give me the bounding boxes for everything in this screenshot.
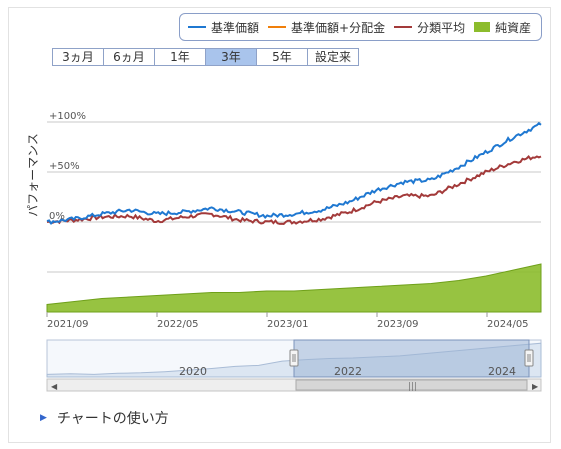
navigator-year-label: 2022 bbox=[334, 365, 362, 378]
y-tick-label: 0% bbox=[49, 211, 65, 222]
net-assets-area bbox=[46, 263, 542, 313]
y-axis-label: パフォーマンス bbox=[26, 133, 40, 217]
x-tick-label: 2022/05 bbox=[157, 319, 199, 330]
y-tick-label: +100% bbox=[49, 111, 86, 122]
x-tick-label: 2021/09 bbox=[47, 319, 89, 330]
scroll-left-icon: ◀ bbox=[51, 382, 58, 391]
x-tick-label: 2023/09 bbox=[377, 319, 419, 330]
triangle-right-icon: ▶ bbox=[40, 413, 47, 423]
chart-help-link[interactable]: ▶ チャートの使い方 bbox=[40, 408, 169, 428]
nav-line bbox=[46, 121, 542, 225]
performance-chart: パフォーマンス +100% +50% 0% 2021/09 2022/05 2023/01… bbox=[26, 111, 542, 392]
navigator-year-label: 2024 bbox=[488, 365, 516, 378]
navigator-handle bbox=[524, 349, 534, 367]
x-tick-label: 2023/01 bbox=[267, 319, 309, 330]
category-average-line bbox=[46, 154, 542, 225]
y-tick-label: +50% bbox=[49, 161, 80, 172]
navigator-year-label: 2020 bbox=[179, 365, 207, 378]
help-link-label: チャートの使い方 bbox=[56, 411, 169, 427]
navigator-handle bbox=[289, 349, 299, 367]
scroll-right-icon: ▶ bbox=[532, 382, 539, 391]
x-tick-label: 2024/05 bbox=[487, 319, 529, 330]
scrollbar-grip: ||| bbox=[408, 382, 417, 392]
